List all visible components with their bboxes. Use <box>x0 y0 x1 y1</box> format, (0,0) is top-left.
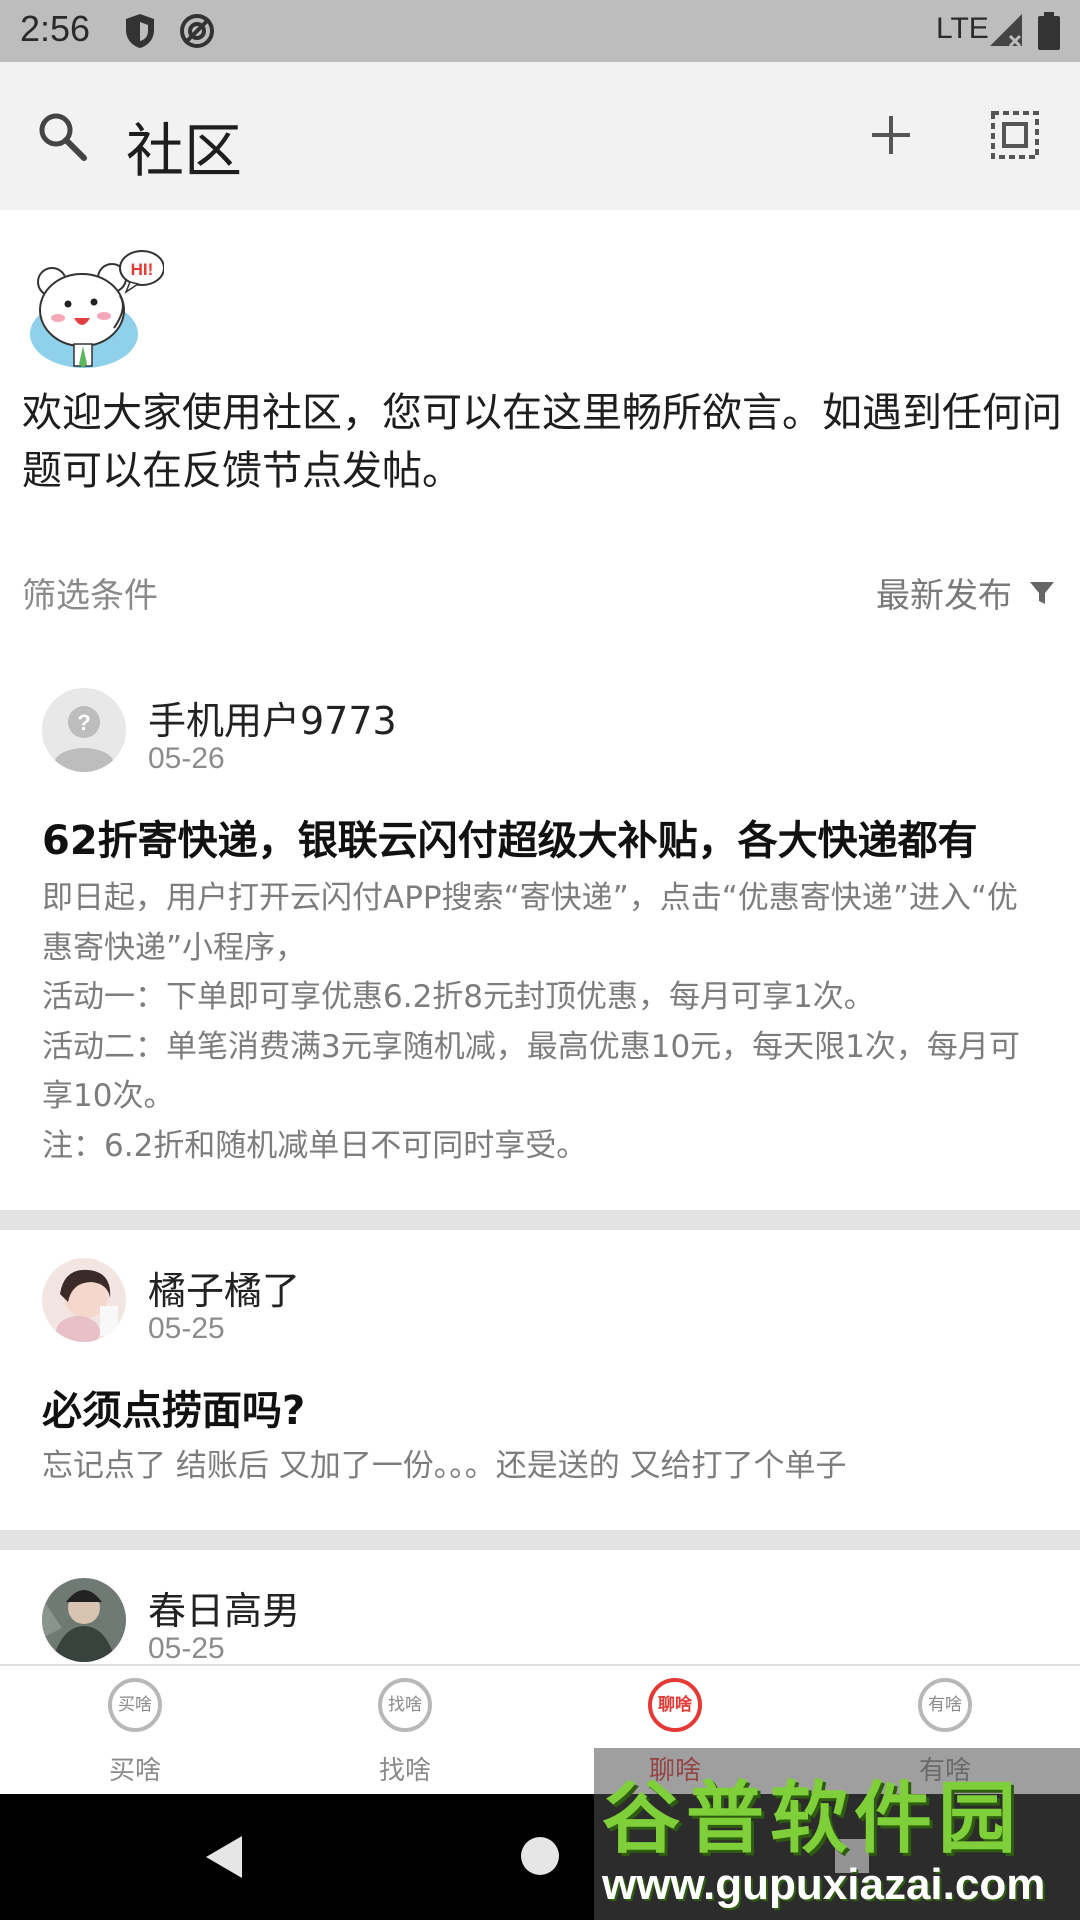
user-photo <box>42 1258 126 1342</box>
post-divider <box>0 1530 1080 1550</box>
avatar[interactable] <box>42 1578 126 1662</box>
app-header: 社区 <box>0 62 1080 210</box>
post-author[interactable]: 手机用户9773 <box>148 690 397 745</box>
filter-icon[interactable] <box>1028 580 1056 606</box>
page-title: 社区 <box>126 117 243 185</box>
home-icon[interactable] <box>520 1836 560 1876</box>
back-icon[interactable] <box>204 1834 244 1880</box>
signal-icon <box>990 14 1022 48</box>
post-card[interactable]: ? 手机用户9773 05-26 62折寄快递，银联云闪付超级大补贴，各大快递都… <box>0 660 1080 1210</box>
sync-icon <box>180 14 214 48</box>
watermark-title: 谷普软件园 <box>602 1774 1023 1864</box>
search-icon[interactable] <box>36 110 88 162</box>
post-card[interactable]: 春日高男 05-25 <box>0 1550 1080 1664</box>
nav-label: 找啥 <box>378 1756 431 1786</box>
post-author[interactable]: 橘子橘了 <box>148 1260 300 1315</box>
post-body[interactable]: 忘记点了 结账后 又加了一份。。。还是送的 又给打了个单子 <box>42 1442 1042 1492</box>
post-title[interactable]: 必须点捞面吗? <box>42 1378 1042 1436</box>
intro-text: 欢迎大家使用社区，您可以在这里畅所欲言。如遇到任何问题可以在反馈节点发帖。 <box>22 390 1062 494</box>
mascot-text: HI! <box>131 260 154 279</box>
user-photo <box>42 1578 126 1662</box>
maisha-icon: 买啥 <box>108 1678 162 1732</box>
mascot-image: HI! <box>30 250 164 368</box>
zhaosha-icon: 找啥 <box>378 1678 432 1732</box>
post-author[interactable]: 春日高男 <box>148 1580 300 1635</box>
yousha-icon: 有啥 <box>918 1678 972 1732</box>
scan-icon[interactable] <box>990 110 1040 160</box>
watermark-url: www.gupuxiazai.com <box>602 1860 1046 1909</box>
status-bar: 2:56 LTE <box>0 0 1080 62</box>
post-date: 05-26 <box>148 742 225 775</box>
watermark: 谷普软件园 www.gupuxiazai.com <box>594 1748 1080 1920</box>
add-icon[interactable] <box>870 114 912 156</box>
status-time: 2:56 <box>20 8 91 49</box>
post-date: 05-25 <box>148 1632 225 1664</box>
filter-label[interactable]: 筛选条件 <box>22 568 158 617</box>
post-divider <box>0 1210 1080 1230</box>
battery-icon <box>1038 12 1060 50</box>
nav-item-maisha[interactable]: 买啥 买啥 <box>0 1666 270 1796</box>
network-type: LTE <box>936 12 989 45</box>
post-title[interactable]: 62折寄快递，银联云闪付超级大补贴，各大快递都有 <box>42 808 1042 866</box>
svg-text:?: ? <box>77 710 90 735</box>
post-card[interactable]: 橘子橘了 05-25 必须点捞面吗? 忘记点了 结账后 又加了一份。。。还是送的… <box>0 1230 1080 1530</box>
nav-item-zhaosha[interactable]: 找啥 找啥 <box>270 1666 540 1796</box>
post-body[interactable]: 即日起，用户打开云闪付APP搜索“寄快递”，点击“优惠寄快递”进入“优惠寄快递”… <box>42 874 1042 1171</box>
post-date: 05-25 <box>148 1312 225 1345</box>
sort-label[interactable]: 最新发布 <box>876 568 1012 617</box>
avatar[interactable]: ? <box>42 688 126 772</box>
default-avatar-icon: ? <box>42 688 126 772</box>
liaosha-icon: 聊啥 <box>648 1678 702 1732</box>
avatar[interactable] <box>42 1258 126 1342</box>
nav-label: 买啥 <box>108 1756 161 1786</box>
shield-icon <box>126 14 154 48</box>
